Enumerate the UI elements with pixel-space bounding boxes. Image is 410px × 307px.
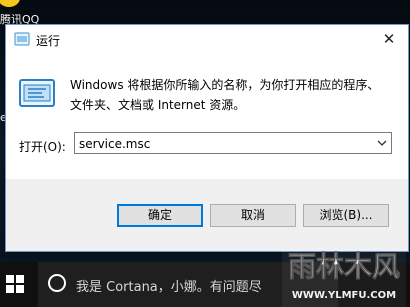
watermark-url: WWW.YLMFU.COM (292, 290, 396, 301)
run-app-icon (14, 32, 30, 46)
dialog-title: 运行 (36, 34, 61, 48)
open-combobox[interactable] (74, 132, 392, 154)
qq-icon[interactable] (0, 0, 24, 10)
browse-button[interactable]: 浏览(B)... (303, 204, 389, 227)
start-button[interactable] (0, 262, 38, 307)
close-icon: ✕ (382, 30, 396, 48)
watermark-text: 雨林木风 (288, 250, 400, 283)
dialog-titlebar[interactable]: 运行 ✕ (6, 25, 408, 55)
open-input[interactable] (79, 136, 369, 151)
cancel-button[interactable]: 取消 (210, 204, 296, 227)
dialog-description: Windows 将根据你所输入的名称，为你打开相应的程序、文件夹、文档或 Int… (70, 78, 380, 112)
ok-button[interactable]: 确定 (117, 204, 203, 227)
windows-logo-icon (6, 275, 24, 293)
run-program-icon (19, 79, 55, 107)
run-dialog: 运行 ✕ Windows 将根据你所输入的名称，为你打开相应的程序、文件夹、文档… (5, 24, 409, 252)
watermark-logo: 雨林木风 WWW.YLMFU.COM (282, 238, 406, 307)
search-placeholder: 我是 Cortana，小娜。有问题尽 (76, 280, 262, 295)
cortana-icon (48, 274, 66, 292)
close-button[interactable]: ✕ (370, 25, 408, 53)
chevron-down-icon[interactable] (376, 136, 388, 150)
open-label: 打开(O): (19, 140, 66, 154)
